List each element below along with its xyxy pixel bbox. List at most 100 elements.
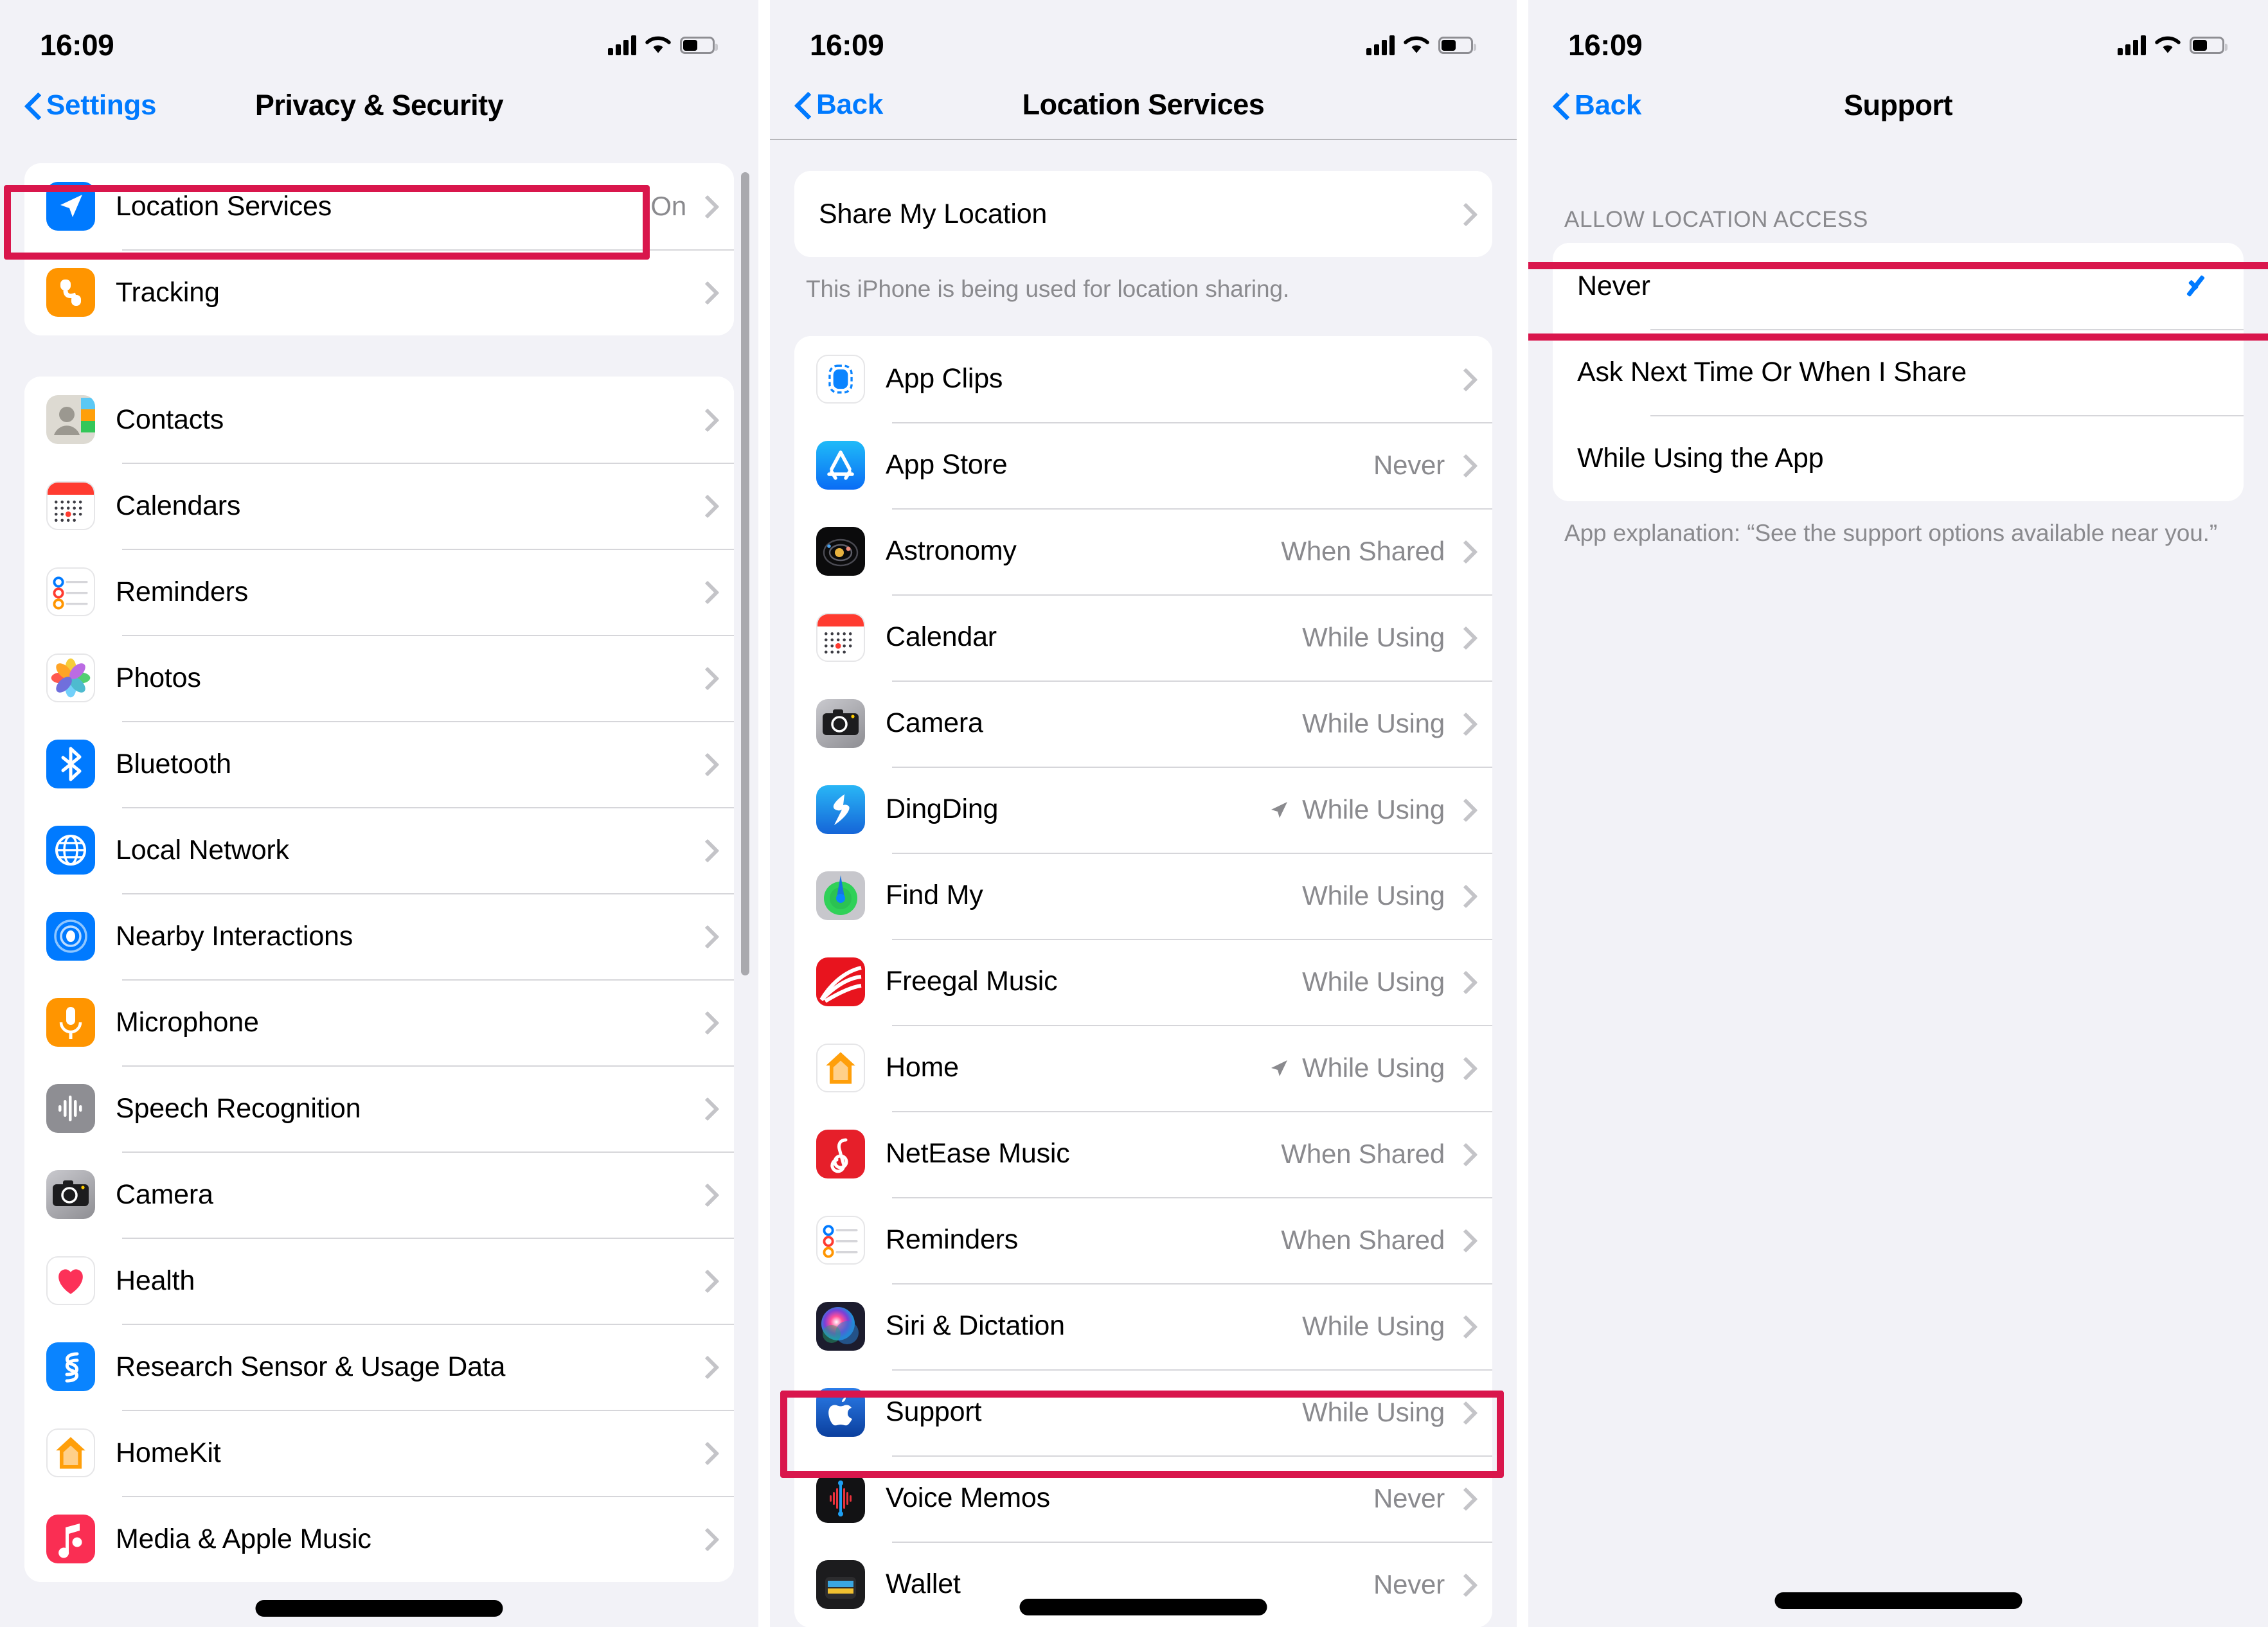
- back-button[interactable]: Back: [796, 89, 883, 121]
- reminders-icon: [816, 1215, 865, 1265]
- sidebar-item-homekit[interactable]: HomeKit: [24, 1410, 734, 1496]
- sidebar-item-local-network[interactable]: Local Network: [24, 807, 734, 893]
- cellular-bars-icon: [608, 35, 636, 55]
- back-label: Back: [816, 89, 883, 120]
- sidebar-item-location-services[interactable]: Location Services On: [24, 163, 734, 249]
- chevron-right-icon: [699, 754, 711, 774]
- row-label: Wallet: [886, 1569, 961, 1600]
- home-indicator: [1774, 1592, 2022, 1609]
- list-item[interactable]: Reminders When Shared: [794, 1196, 1492, 1283]
- homekit-icon: [46, 1428, 95, 1477]
- chevron-right-icon: [1458, 542, 1469, 561]
- home-indicator: [255, 1600, 503, 1617]
- three-phone-screenshots: 16:09 Settings Privacy & Security Locati…: [0, 0, 2268, 1627]
- sidebar-item-speech-recognition[interactable]: Speech Recognition: [24, 1065, 734, 1151]
- list-item[interactable]: Astronomy When Shared: [794, 508, 1492, 594]
- chevron-right-icon: [1458, 1489, 1469, 1508]
- app-clips-icon: [816, 354, 865, 404]
- list-item[interactable]: DingDing While Using: [794, 766, 1492, 853]
- panel2-scroll[interactable]: Share My Location This iPhone is being u…: [770, 140, 1517, 1627]
- chevron-right-icon: [699, 1443, 711, 1463]
- list-item[interactable]: Voice Memos Never: [794, 1455, 1492, 1542]
- row-value: Never: [1373, 449, 1445, 480]
- list-item[interactable]: Find My While Using: [794, 852, 1492, 939]
- battery-icon: [2190, 36, 2228, 54]
- chevron-right-icon: [699, 1185, 711, 1204]
- chevron-right-icon: [1458, 1575, 1469, 1594]
- status-indicators: [1366, 35, 1476, 55]
- list-item[interactable]: Siri & Dictation While Using: [794, 1283, 1492, 1369]
- list-item[interactable]: App Clips: [794, 335, 1492, 422]
- sidebar-item-media-apple-music[interactable]: Media & Apple Music: [24, 1496, 734, 1582]
- sidebar-item-reminders[interactable]: Reminders: [24, 549, 734, 635]
- sidebar-item-research-sensor[interactable]: Research Sensor & Usage Data: [24, 1324, 734, 1410]
- health-icon: [46, 1256, 95, 1305]
- list-item[interactable]: Freegal Music While Using: [794, 938, 1492, 1025]
- status-bar: 16:09: [1528, 0, 2268, 71]
- row-label: Research Sensor & Usage Data: [116, 1351, 506, 1382]
- row-value: While Using: [1302, 794, 1445, 824]
- dingding-icon: [816, 785, 865, 834]
- row-value: When Shared: [1281, 1224, 1445, 1255]
- sidebar-item-photos[interactable]: Photos: [24, 635, 734, 721]
- panel1-scroll[interactable]: Location Services On Tracking Contacts C…: [0, 140, 758, 1582]
- row-label: Camera: [886, 707, 983, 739]
- row-value: While Using: [1302, 880, 1445, 911]
- row-label: NetEase Music: [886, 1138, 1070, 1169]
- row-value: While Using: [1302, 966, 1445, 997]
- chevron-right-icon: [699, 927, 711, 946]
- sidebar-item-microphone[interactable]: Microphone: [24, 979, 734, 1065]
- back-label: Settings: [46, 89, 157, 121]
- chevron-right-icon: [1458, 204, 1469, 224]
- row-value: When Shared: [1281, 535, 1445, 566]
- bluetooth-icon: [46, 740, 95, 788]
- battery-icon: [680, 36, 718, 54]
- sidebar-item-nearby-interactions[interactable]: Nearby Interactions: [24, 893, 734, 979]
- chevron-right-icon: [699, 1013, 711, 1032]
- nearby-interactions-icon: [46, 912, 95, 961]
- status-indicators: [608, 35, 718, 55]
- share-location-footnote: This iPhone is being used for location s…: [806, 276, 1290, 302]
- chevron-right-icon: [1458, 714, 1469, 733]
- location-arrow-icon: [1267, 1056, 1290, 1080]
- nav-bar-location-services: Back Location Services: [770, 71, 1517, 140]
- vertical-scrollbar[interactable]: [741, 172, 749, 975]
- camera-icon: [816, 698, 865, 748]
- row-value: While Using: [1302, 707, 1445, 738]
- sidebar-item-camera[interactable]: Camera: [24, 1151, 734, 1238]
- option-ask-next-time[interactable]: Ask Next Time Or When I Share: [1553, 329, 2244, 415]
- row-label: Calendar: [886, 621, 997, 653]
- option-never[interactable]: Never: [1553, 243, 2244, 329]
- row-label: Media & Apple Music: [116, 1523, 371, 1554]
- sidebar-item-bluetooth[interactable]: Bluetooth: [24, 721, 734, 807]
- privacy-top-group: Location Services On Tracking: [24, 163, 734, 335]
- app-store-icon: [816, 440, 865, 490]
- back-button[interactable]: Back: [1554, 89, 1641, 121]
- row-label: Camera: [116, 1178, 213, 1210]
- option-while-using-the-app[interactable]: While Using the App: [1553, 415, 2244, 501]
- location-arrow-icon: [1267, 798, 1290, 821]
- list-item[interactable]: Calendar While Using: [794, 594, 1492, 680]
- tracking-icon: [46, 268, 95, 317]
- media-apple-music-icon: [46, 1515, 95, 1563]
- battery-icon: [1438, 36, 1476, 54]
- row-label: Astronomy: [886, 535, 1017, 567]
- sidebar-item-tracking[interactable]: Tracking: [24, 249, 734, 335]
- list-item[interactable]: Home While Using: [794, 1024, 1492, 1111]
- list-item[interactable]: App Store Never: [794, 422, 1492, 508]
- sidebar-item-contacts[interactable]: Contacts: [24, 377, 734, 463]
- sidebar-item-calendars[interactable]: Calendars: [24, 463, 734, 549]
- support-icon: [816, 1387, 865, 1437]
- row-value: Never: [1373, 1569, 1445, 1599]
- list-item[interactable]: NetEase Music When Shared: [794, 1110, 1492, 1197]
- freegal-music-icon: [816, 957, 865, 1006]
- back-to-settings-button[interactable]: Settings: [26, 89, 156, 121]
- row-share-my-location[interactable]: Share My Location: [794, 171, 1492, 257]
- list-item[interactable]: Camera While Using: [794, 680, 1492, 767]
- chevron-right-icon: [699, 410, 711, 429]
- row-label: Local Network: [116, 834, 289, 866]
- sidebar-item-health[interactable]: Health: [24, 1238, 734, 1324]
- list-item-support[interactable]: Support While Using: [794, 1369, 1492, 1455]
- panel3-scroll[interactable]: ALLOW LOCATION ACCESS Never Ask Next Tim…: [1528, 140, 2268, 549]
- local-network-icon: [46, 826, 95, 875]
